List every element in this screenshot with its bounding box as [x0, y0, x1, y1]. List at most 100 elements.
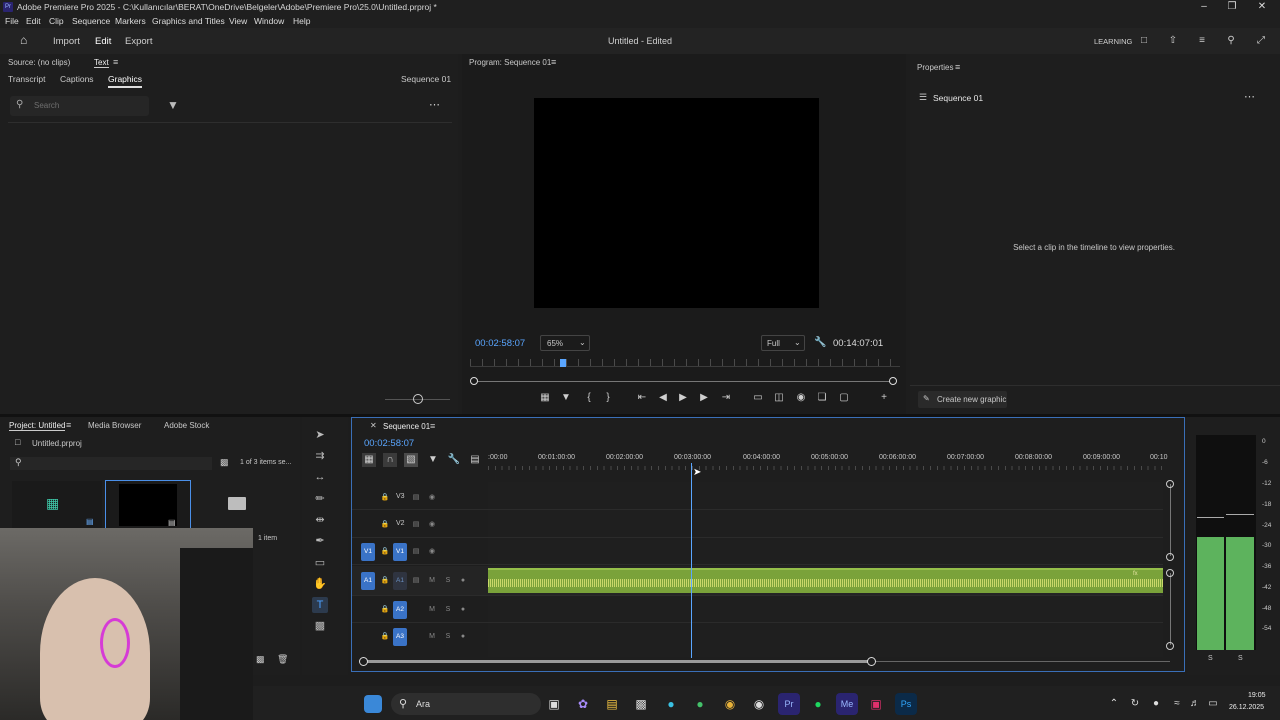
solo-button[interactable]: S	[442, 575, 454, 587]
lock-icon[interactable]: 🔒	[379, 492, 391, 504]
close-button[interactable]: ✕	[1248, 0, 1276, 14]
sync-tray-icon[interactable]: ↻	[1124, 693, 1146, 715]
lock-icon[interactable]: 🔒	[379, 519, 391, 531]
sync-icon[interactable]: ▤	[410, 575, 422, 587]
comment-icon[interactable]: ▢	[837, 391, 851, 405]
captions-icon[interactable]: ▤	[468, 453, 482, 467]
mark-out-icon[interactable]: }	[601, 391, 615, 405]
home-icon[interactable]: ⌂	[20, 34, 34, 47]
menu-lines-icon[interactable]: ≡	[1195, 34, 1209, 48]
program-title[interactable]: Program: Sequence 01	[469, 58, 551, 67]
track-a2-badge[interactable]: A2	[393, 601, 407, 619]
horizontal-scroll-thumb[interactable]	[364, 660, 872, 663]
track-a3-badge[interactable]: A3	[393, 628, 407, 646]
more-icon[interactable]: ⋯	[1244, 90, 1255, 103]
workspace-label[interactable]: LEARNING	[1094, 37, 1132, 46]
mic-icon[interactable]: ●	[457, 631, 469, 643]
play-icon[interactable]: ▶	[676, 391, 690, 405]
search-input[interactable]: ⚲ Search	[10, 96, 149, 116]
scrub-end-handle[interactable]	[889, 377, 897, 385]
source-a1-badge[interactable]: A1	[361, 572, 375, 590]
add-button-icon[interactable]: +	[877, 391, 891, 405]
eye-icon[interactable]: ◉	[426, 519, 438, 531]
instagram-icon[interactable]: ▣	[865, 693, 887, 715]
marker-icon[interactable]: ▼	[559, 391, 573, 405]
project-search-input[interactable]: ⚲	[10, 457, 212, 470]
solo-right-button[interactable]: S	[1238, 655, 1243, 662]
timeline-timecode[interactable]: 00:02:58:07	[364, 438, 414, 449]
bin-folder-icon[interactable]	[228, 497, 246, 510]
taskbar-date[interactable]: 26.12.2025	[1229, 704, 1264, 711]
track-a1-label[interactable]: A1	[393, 572, 407, 590]
lock-icon[interactable]: 🔒	[379, 546, 391, 558]
taskbar-clock[interactable]: 19:05	[1248, 692, 1266, 699]
restore-button[interactable]: ❐	[1218, 0, 1246, 14]
pen-icon[interactable]: ✒	[312, 533, 328, 549]
mute-button[interactable]: M	[426, 631, 438, 643]
scroll-handle[interactable]	[867, 657, 876, 666]
tab-transcript[interactable]: Transcript	[8, 74, 45, 84]
scrub-start-handle[interactable]	[470, 377, 478, 385]
eye-icon[interactable]: ◉	[426, 546, 438, 558]
hand-icon[interactable]: ✋	[312, 576, 328, 592]
close-icon[interactable]: ✕	[370, 421, 377, 430]
media-browser-tab[interactable]: Media Browser	[88, 421, 141, 430]
mic-tray-icon[interactable]: ●	[1145, 693, 1167, 715]
edit-tab[interactable]: Edit	[95, 36, 111, 47]
mini-ruler[interactable]	[470, 359, 900, 367]
vertical-scroll-audio[interactable]	[1170, 573, 1171, 645]
sync-icon[interactable]: ▤	[410, 546, 422, 558]
mic-icon[interactable]: ●	[457, 575, 469, 587]
chevron-up-icon[interactable]: ⌃	[1103, 693, 1125, 715]
fullscreen-icon[interactable]: ⤢	[1254, 34, 1268, 48]
timeline-tab[interactable]: Sequence 01	[383, 422, 430, 431]
project-tab[interactable]: Project: Untitled	[9, 421, 66, 431]
type-tool-icon[interactable]: T	[312, 597, 328, 613]
sync-icon[interactable]: ▤	[410, 519, 422, 531]
scroll-handle[interactable]	[1166, 642, 1174, 650]
scroll-handle[interactable]	[1166, 480, 1174, 488]
lock-icon[interactable]: 🔒	[379, 575, 391, 587]
go-to-out-icon[interactable]: ⇥	[719, 391, 733, 405]
lift-icon[interactable]: ▦	[538, 391, 552, 405]
chrome-icon[interactable]: ◉	[719, 693, 741, 715]
edge-icon[interactable]: ●	[660, 693, 682, 715]
menu-view[interactable]: View	[229, 16, 247, 26]
ruler[interactable]: :00:00 00:01:00:00 00:02:00:00 00:03:00:…	[488, 454, 1168, 470]
vertical-scroll-video[interactable]	[1170, 484, 1171, 556]
step-back-icon[interactable]: ◀	[656, 391, 670, 405]
sequence-thumbnail[interactable]: ▤	[105, 480, 191, 530]
scrub-bar[interactable]	[474, 381, 894, 382]
scroll-handle[interactable]	[1166, 569, 1174, 577]
taskbar-search[interactable]: ⚲ Ara	[391, 693, 541, 715]
mute-button[interactable]: M	[426, 575, 438, 587]
slip-icon[interactable]: ⇹	[312, 512, 328, 528]
search-icon[interactable]: ⚲	[1224, 34, 1238, 48]
timeline-playhead[interactable]	[690, 463, 692, 658]
program-timecode[interactable]: 00:02:58:07	[475, 338, 525, 349]
media-encoder-icon[interactable]: Me	[836, 693, 858, 715]
eye-icon[interactable]: ◉	[426, 492, 438, 504]
photoshop-icon[interactable]: Ps	[895, 693, 917, 715]
solo-left-button[interactable]: S	[1208, 655, 1213, 662]
scroll-handle[interactable]	[359, 657, 368, 666]
audio-clip[interactable]: fx	[488, 568, 1163, 593]
marker-icon[interactable]: ▼	[426, 453, 440, 467]
tab-graphics[interactable]: Graphics	[108, 74, 143, 88]
new-item-icon[interactable]: ▩	[256, 654, 265, 665]
panel-menu-icon[interactable]: ≡	[551, 57, 556, 67]
razor-icon[interactable]: ✏	[312, 491, 328, 507]
minimize-button[interactable]: –	[1190, 0, 1218, 14]
caption-tool-icon[interactable]: ▩	[312, 618, 328, 634]
adobe-stock-tab[interactable]: Adobe Stock	[164, 421, 209, 430]
import-tab[interactable]: Import	[53, 36, 80, 47]
ripple-edit-icon[interactable]: ↔	[312, 469, 328, 485]
playhead-marker[interactable]	[560, 359, 567, 367]
lock-icon[interactable]: 🔒	[379, 604, 391, 616]
menu-markers[interactable]: Markers	[115, 16, 146, 26]
panel-menu-icon[interactable]: ≡	[430, 421, 435, 431]
trash-icon[interactable]: 🗑	[277, 654, 288, 665]
snap-icon[interactable]: ∩	[383, 453, 397, 467]
menu-clip[interactable]: Clip	[49, 16, 64, 26]
menu-window[interactable]: Window	[254, 16, 284, 26]
